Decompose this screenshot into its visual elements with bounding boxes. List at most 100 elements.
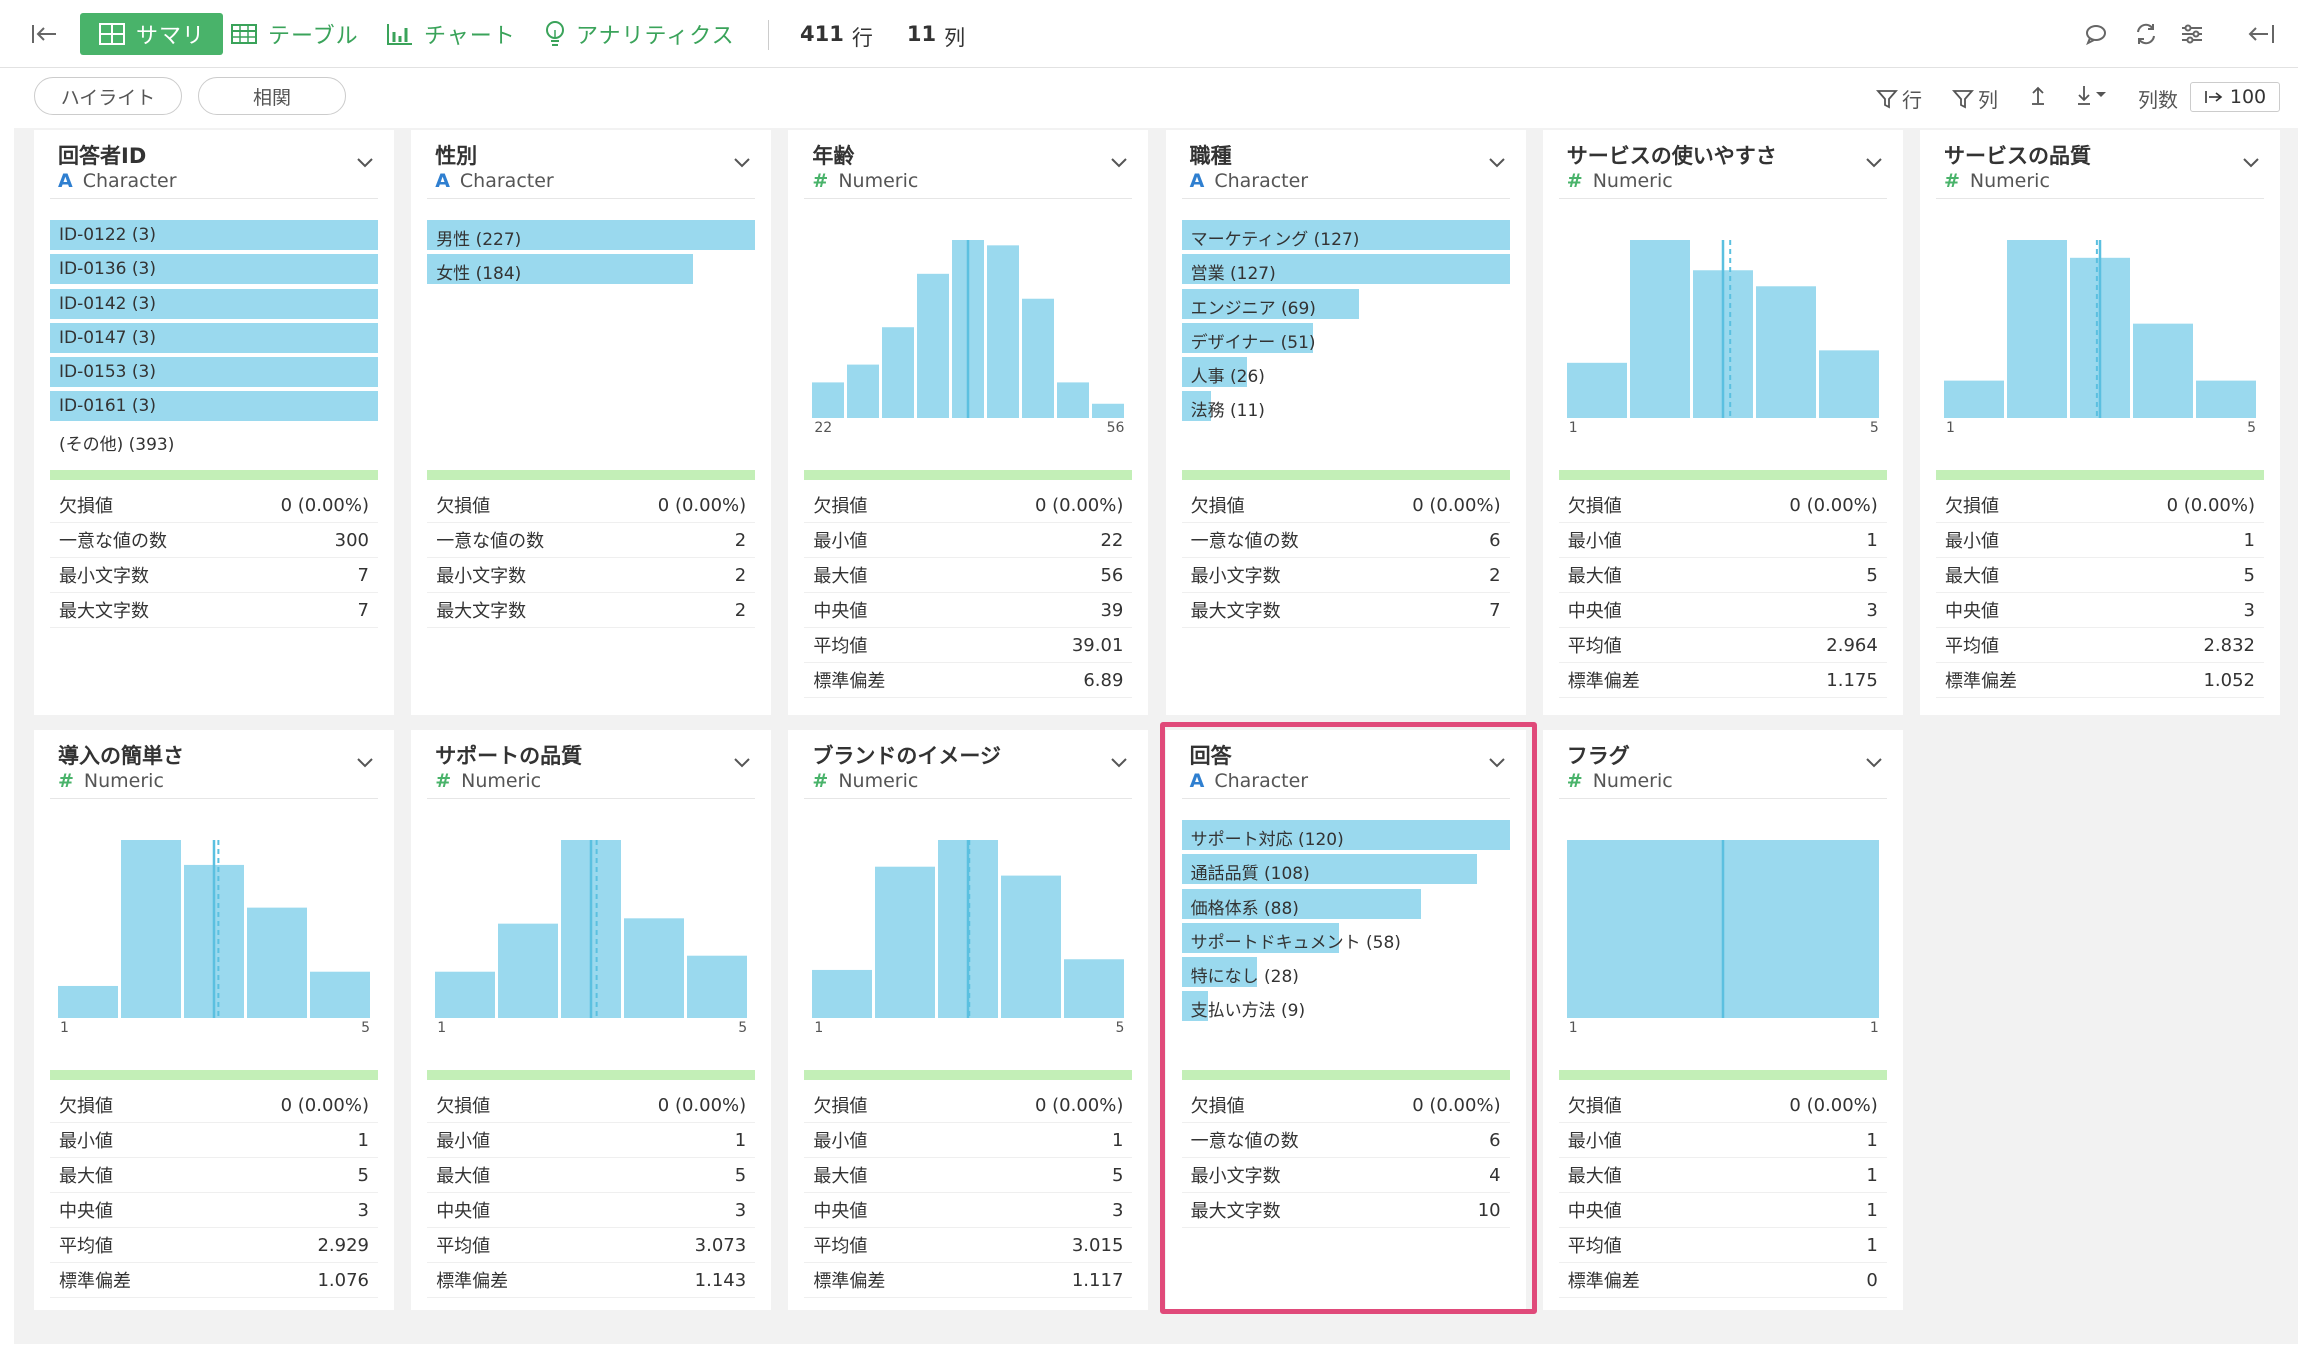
comment-icon[interactable]: [2084, 22, 2108, 46]
category-bar[interactable]: 女性 (184): [427, 254, 755, 285]
histogram-bar[interactable]: [1944, 380, 2004, 418]
category-bar[interactable]: エンジニア (69): [1181, 288, 1510, 319]
tab-table-label: テーブル: [268, 24, 359, 49]
category-bar[interactable]: ID-0153 (3): [50, 357, 378, 388]
histogram-bar[interactable]: [1629, 240, 1690, 418]
histogram[interactable]: [1559, 818, 1887, 1018]
collapse-right-icon[interactable]: [2248, 22, 2276, 46]
histogram-bar[interactable]: [917, 273, 950, 418]
histogram-bar[interactable]: [882, 327, 915, 418]
stat-label: 平均値: [59, 1236, 113, 1257]
category-label: ID-0142 (3): [59, 293, 156, 314]
column-type: # Numeric: [1944, 170, 2050, 192]
histogram-bar[interactable]: [847, 364, 880, 418]
column-card[interactable]: 性別 A Character 男性 (227) 女性 (184) 欠損値 0 (0.00%)…: [411, 130, 772, 715]
chevron-down-icon[interactable]: [356, 754, 374, 773]
chevron-down-icon[interactable]: [1488, 154, 1506, 173]
category-bar[interactable]: 人事 (26): [1181, 357, 1510, 388]
stat-row: 最小文字数 2: [1181, 558, 1510, 593]
column-card[interactable]: サポートの品質 # Numeric 1 5 欠損値 0 (0.00%) 最小値 1 最大値 5 中央値…: [411, 730, 772, 1310]
histogram-bar[interactable]: [498, 923, 559, 1018]
stat-value: 3: [2243, 599, 2255, 621]
chevron-down-icon[interactable]: [733, 754, 751, 773]
stat-value: 1: [1866, 1199, 1878, 1221]
category-bar[interactable]: ID-0136 (3): [50, 254, 378, 285]
chevron-down-icon[interactable]: [1110, 754, 1128, 773]
category-bar[interactable]: 法務 (11): [1181, 391, 1510, 422]
sort-descending-dropdown[interactable]: [2074, 84, 2108, 106]
histogram-bar[interactable]: [875, 866, 936, 1018]
filter-rows-button[interactable]: 行: [1876, 84, 1922, 113]
category-bar[interactable]: デザイナー (51): [1181, 322, 1510, 353]
chevron-down-icon[interactable]: [2242, 154, 2260, 173]
refresh-icon[interactable]: [2134, 22, 2158, 46]
histogram-bar[interactable]: [1755, 286, 1816, 418]
stat-row: 最大値 5: [427, 1158, 756, 1193]
chevron-down-icon[interactable]: [1865, 154, 1883, 173]
stat-row: 平均値 3.015: [804, 1228, 1133, 1263]
chevron-down-icon[interactable]: [733, 154, 751, 173]
tab-chart[interactable]: チャート: [386, 13, 516, 55]
column-card[interactable]: ブランドのイメージ # Numeric 1 5 欠損値 0 (0.00%) 最小値 1 最大値 5 中…: [788, 730, 1149, 1310]
tab-summary[interactable]: サマリ: [80, 13, 224, 55]
collapse-left-icon[interactable]: [30, 22, 58, 46]
correlation-button[interactable]: 相関: [198, 77, 346, 115]
column-card[interactable]: サービスの品質 # Numeric 1 5 欠損値 0 (0.00%) 最小値 1 最大値 5 中央値…: [1920, 130, 2280, 715]
histogram-bar[interactable]: [987, 245, 1020, 418]
category-bar[interactable]: 営業 (127): [1181, 254, 1510, 285]
histogram[interactable]: [50, 818, 378, 1018]
settings-sliders-icon[interactable]: [2180, 22, 2204, 46]
category-bar[interactable]: ID-0147 (3): [50, 322, 378, 353]
histogram-bar[interactable]: [1566, 362, 1627, 418]
column-name: 導入の簡単さ: [58, 744, 184, 768]
column-count-input[interactable]: 100: [2190, 82, 2280, 112]
chevron-down-icon[interactable]: [1865, 754, 1883, 773]
histogram-bar[interactable]: [2133, 323, 2193, 418]
category-bar[interactable]: 男性 (227): [427, 220, 756, 250]
histogram-bar[interactable]: [247, 907, 307, 1018]
histogram-bar[interactable]: [1092, 403, 1125, 418]
column-card[interactable]: 導入の簡単さ # Numeric 1 5 欠損値 0 (0.00%) 最小値 1 最大値 5 中央値 3…: [34, 730, 394, 1310]
tab-table[interactable]: テーブル: [230, 13, 359, 55]
chevron-down-icon[interactable]: [1110, 154, 1128, 173]
histogram-bar[interactable]: [812, 382, 845, 418]
histogram-bar[interactable]: [687, 955, 748, 1018]
histogram[interactable]: [427, 818, 755, 1018]
stat-label: 欠損値: [1945, 496, 1999, 517]
histogram-bar[interactable]: [2007, 240, 2067, 418]
histogram-bar[interactable]: [1818, 350, 1879, 418]
chevron-down-icon[interactable]: [356, 154, 374, 173]
histogram-bar[interactable]: [1001, 875, 1062, 1018]
histogram[interactable]: [804, 218, 1132, 418]
filter-cols-button[interactable]: 列: [1952, 84, 1998, 113]
category-bar[interactable]: マーケティング (127): [1181, 220, 1510, 250]
histogram-bar[interactable]: [812, 969, 873, 1018]
histogram-bar[interactable]: [58, 985, 118, 1018]
column-card[interactable]: フラグ # Numeric 1 1 欠損値 0 (0.00%) 最小値 1 最大値 1 中央値 1 平均値…: [1542, 730, 1903, 1310]
histogram-bar[interactable]: [2196, 380, 2256, 418]
histogram[interactable]: [804, 818, 1132, 1018]
histogram[interactable]: [1936, 218, 2264, 418]
histogram-bar[interactable]: [310, 971, 370, 1018]
highlight-button[interactable]: ハイライト: [34, 77, 182, 115]
histogram-bar[interactable]: [624, 918, 685, 1018]
histogram-bar[interactable]: [121, 840, 181, 1018]
histogram[interactable]: [1559, 218, 1887, 418]
column-type: # Numeric: [812, 170, 918, 192]
category-bar[interactable]: ID-0122 (3): [50, 220, 378, 250]
tab-analytics[interactable]: アナリティクス: [544, 13, 735, 55]
histogram-bar[interactable]: [1022, 298, 1055, 418]
histogram-bar[interactable]: [1064, 959, 1125, 1018]
column-card[interactable]: サービスの使いやすさ # Numeric 1 5 欠損値 0 (0.00%) 最小値 1 最大値 5…: [1542, 130, 1903, 715]
stat-label: 欠損値: [813, 496, 868, 517]
column-card[interactable]: 回答者ID A Character ID-0122 (3) ID-0136 (3) ID-…: [34, 130, 394, 715]
histogram-bar[interactable]: [1057, 382, 1090, 418]
sort-ascending-icon[interactable]: [2028, 84, 2048, 106]
histogram-bar[interactable]: [435, 971, 496, 1018]
category-bar[interactable]: ID-0161 (3): [50, 391, 378, 422]
category-bar[interactable]: ID-0142 (3): [50, 288, 378, 319]
column-type-label: Numeric: [838, 170, 919, 192]
column-card[interactable]: 職種 A Character マーケティング (127) 営業 (127) エンジニア (…: [1165, 130, 1526, 715]
stat-row: 中央値 3: [50, 1193, 378, 1228]
column-card[interactable]: 年齢 # Numeric 22 56 欠損値 0 (0.00%) 最小値 22 最大値 56 中央値 3…: [788, 130, 1149, 715]
